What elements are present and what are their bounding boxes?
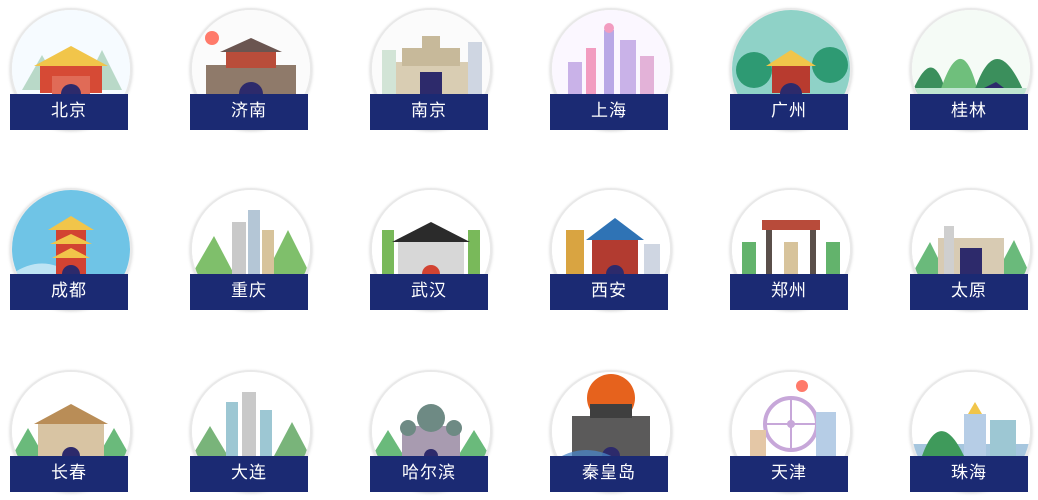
city-label: 成都: [10, 274, 128, 310]
city-badge-chongqing[interactable]: 重庆: [190, 188, 312, 310]
city-label: 大连: [190, 456, 308, 492]
city-label: 上海: [550, 94, 668, 130]
city-badge-jinan[interactable]: 济南: [190, 8, 312, 130]
city-badge-xian[interactable]: 西安: [550, 188, 672, 310]
city-grid: 北京 济南 南京 上海 广州 桂林 成都 重庆 武汉 西安 郑州 太原 长春 大…: [0, 0, 1038, 500]
city-badge-guangzhou[interactable]: 广州: [730, 8, 852, 130]
city-badge-dalian[interactable]: 大连: [190, 370, 312, 492]
city-badge-zhengzhou[interactable]: 郑州: [730, 188, 852, 310]
city-badge-zhuhai[interactable]: 珠海: [910, 370, 1032, 492]
city-label: 太原: [910, 274, 1028, 310]
city-label: 哈尔滨: [370, 456, 488, 492]
city-label: 武汉: [370, 274, 488, 310]
city-label: 西安: [550, 274, 668, 310]
city-label: 重庆: [190, 274, 308, 310]
city-badge-harbin[interactable]: 哈尔滨: [370, 370, 492, 492]
city-badge-shanghai[interactable]: 上海: [550, 8, 672, 130]
city-badge-wuhan[interactable]: 武汉: [370, 188, 492, 310]
city-badge-taiyuan[interactable]: 太原: [910, 188, 1032, 310]
city-label: 长春: [10, 456, 128, 492]
city-label: 秦皇岛: [550, 456, 668, 492]
city-label: 天津: [730, 456, 848, 492]
city-label: 珠海: [910, 456, 1028, 492]
city-label: 桂林: [910, 94, 1028, 130]
city-badge-nanjing[interactable]: 南京: [370, 8, 492, 130]
city-badge-beijing[interactable]: 北京: [10, 8, 132, 130]
city-badge-chengdu[interactable]: 成都: [10, 188, 132, 310]
city-badge-changchun[interactable]: 长春: [10, 370, 132, 492]
city-badge-tianjin[interactable]: 天津: [730, 370, 852, 492]
city-label: 广州: [730, 94, 848, 130]
city-label: 南京: [370, 94, 488, 130]
city-badge-qinhuangdao[interactable]: 秦皇岛: [550, 370, 672, 492]
city-label: 郑州: [730, 274, 848, 310]
city-badge-guilin[interactable]: 桂林: [910, 8, 1032, 130]
city-label: 济南: [190, 94, 308, 130]
city-label: 北京: [10, 94, 128, 130]
